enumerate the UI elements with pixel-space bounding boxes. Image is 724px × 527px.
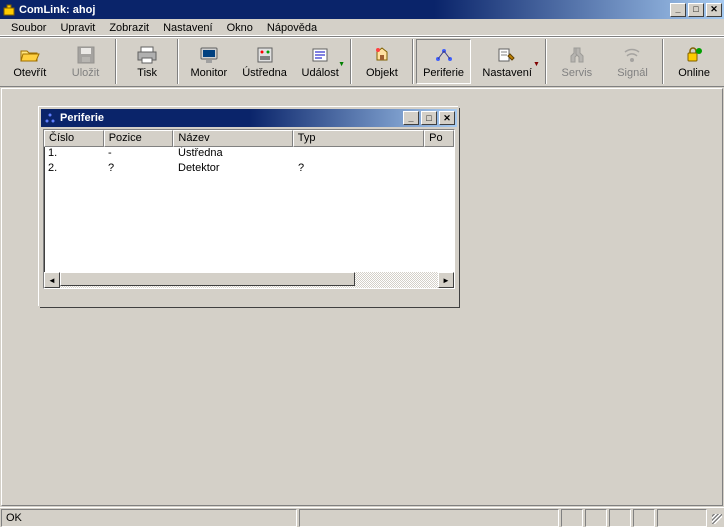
col-cislo[interactable]: Číslo	[44, 130, 104, 147]
status-pane	[609, 509, 631, 527]
save-icon	[76, 45, 96, 65]
menubar: Soubor Upravit Zobrazit Nastavení Okno N…	[0, 19, 724, 37]
menu-napoveda[interactable]: Nápověda	[260, 21, 324, 35]
child-maximize-button[interactable]: □	[421, 111, 437, 125]
table-row[interactable]: 1. - Ústředna	[44, 147, 454, 162]
toolbar-separator	[115, 39, 117, 84]
minimize-button[interactable]: _	[670, 3, 686, 17]
event-button[interactable]: Událost ▼	[292, 39, 348, 84]
toolbar-label: Online	[678, 67, 710, 79]
cell-pozice: -	[104, 147, 174, 162]
cell-pozice: ?	[104, 162, 174, 177]
status-pane	[633, 509, 655, 527]
table-row[interactable]: 2. ? Detektor ?	[44, 162, 454, 177]
cell-nazev: Ústředna	[174, 147, 294, 162]
menu-soubor[interactable]: Soubor	[4, 21, 53, 35]
child-titlebar: Periferie _ □ ✕	[41, 109, 457, 127]
object-button[interactable]: Objekt	[354, 39, 410, 84]
periferie-table: Číslo Pozice Název Typ Po 1. - Ústředna …	[43, 129, 455, 289]
object-icon	[372, 45, 392, 65]
toolbar-label: Otevřít	[13, 67, 46, 79]
monitor-button[interactable]: Monitor	[181, 39, 237, 84]
status-pane	[657, 509, 707, 527]
scroll-right-button[interactable]: ►	[438, 272, 454, 288]
signal-button[interactable]: Signál	[605, 39, 661, 84]
toolbar-label: Nastavení	[482, 67, 532, 79]
window-title: ComLink: ahoj	[19, 4, 95, 16]
toolbar-separator	[177, 39, 179, 84]
toolbar-label: Událost	[302, 67, 339, 79]
toolbar-label: Tisk	[137, 67, 157, 79]
maximize-button[interactable]: □	[688, 3, 704, 17]
menu-zobrazit[interactable]: Zobrazit	[102, 21, 156, 35]
service-icon	[567, 45, 587, 65]
scroll-left-button[interactable]: ◄	[44, 272, 60, 288]
save-button[interactable]: Uložit	[58, 39, 114, 84]
window-icon	[43, 111, 57, 125]
table-body[interactable]: 1. - Ústředna 2. ? Detektor ?	[44, 147, 454, 272]
control-panel-icon	[255, 45, 275, 65]
cell-nazev: Detektor	[174, 162, 294, 177]
dropdown-arrow-icon[interactable]: ▼	[338, 61, 345, 68]
scroll-track[interactable]	[60, 272, 438, 288]
printer-icon	[137, 45, 157, 65]
col-po[interactable]: Po	[424, 130, 454, 147]
status-pane	[585, 509, 607, 527]
toolbar-separator	[350, 39, 352, 84]
service-button[interactable]: Servis	[549, 39, 605, 84]
toolbar-label: Uložit	[72, 67, 100, 79]
folder-open-icon	[20, 45, 40, 65]
signal-icon	[622, 45, 642, 65]
status-text: OK	[1, 509, 297, 527]
cell-typ: ?	[294, 162, 426, 177]
print-button[interactable]: Tisk	[119, 39, 175, 84]
event-icon	[310, 45, 330, 65]
col-typ[interactable]: Typ	[293, 130, 424, 147]
toolbar-separator	[662, 39, 664, 84]
cell-cislo: 1.	[44, 147, 104, 162]
toolbar-separator	[545, 39, 547, 84]
child-close-button[interactable]: ✕	[439, 111, 455, 125]
status-pane	[299, 509, 559, 527]
scroll-thumb[interactable]	[60, 272, 355, 286]
online-button[interactable]: Online	[666, 39, 722, 84]
toolbar-label: Signál	[617, 67, 648, 79]
table-header: Číslo Pozice Název Typ Po	[44, 130, 454, 147]
menu-okno[interactable]: Okno	[220, 21, 260, 35]
close-button[interactable]: ✕	[706, 3, 722, 17]
child-window-title: Periferie	[60, 112, 104, 124]
toolbar-label: Monitor	[191, 67, 228, 79]
open-button[interactable]: Otevřít	[2, 39, 58, 84]
horizontal-scrollbar[interactable]: ◄ ►	[44, 272, 454, 288]
toolbar-label: Ústředna	[242, 67, 287, 79]
toolbar: Otevřít Uložit Tisk Monitor Ústředna Udá…	[0, 37, 724, 87]
peripheral-icon	[434, 45, 454, 65]
monitor-icon	[199, 45, 219, 65]
settings-button[interactable]: Nastavení ▼	[471, 39, 543, 84]
app-icon	[2, 3, 16, 17]
cell-cislo: 2.	[44, 162, 104, 177]
toolbar-label: Periferie	[423, 67, 464, 79]
toolbar-label: Servis	[562, 67, 593, 79]
statusbar: OK	[0, 507, 724, 527]
periferie-window: Periferie _ □ ✕ Číslo Pozice Název Typ P…	[39, 107, 459, 307]
menu-upravit[interactable]: Upravit	[53, 21, 102, 35]
resize-grip[interactable]	[708, 510, 724, 526]
child-minimize-button[interactable]: _	[403, 111, 419, 125]
menu-nastaveni[interactable]: Nastavení	[156, 21, 220, 35]
cell-typ	[294, 147, 426, 162]
col-nazev[interactable]: Název	[173, 130, 292, 147]
settings-icon	[497, 45, 517, 65]
toolbar-separator	[412, 39, 414, 84]
ustredna-button[interactable]: Ústředna	[237, 39, 293, 84]
dropdown-arrow-icon[interactable]: ▼	[533, 61, 540, 68]
col-pozice[interactable]: Pozice	[104, 130, 174, 147]
online-icon	[684, 45, 704, 65]
toolbar-label: Objekt	[366, 67, 398, 79]
workspace: Periferie _ □ ✕ Číslo Pozice Název Typ P…	[1, 88, 723, 506]
status-pane	[561, 509, 583, 527]
periferie-button[interactable]: Periferie	[416, 39, 472, 84]
main-titlebar: ComLink: ahoj _ □ ✕	[0, 0, 724, 19]
